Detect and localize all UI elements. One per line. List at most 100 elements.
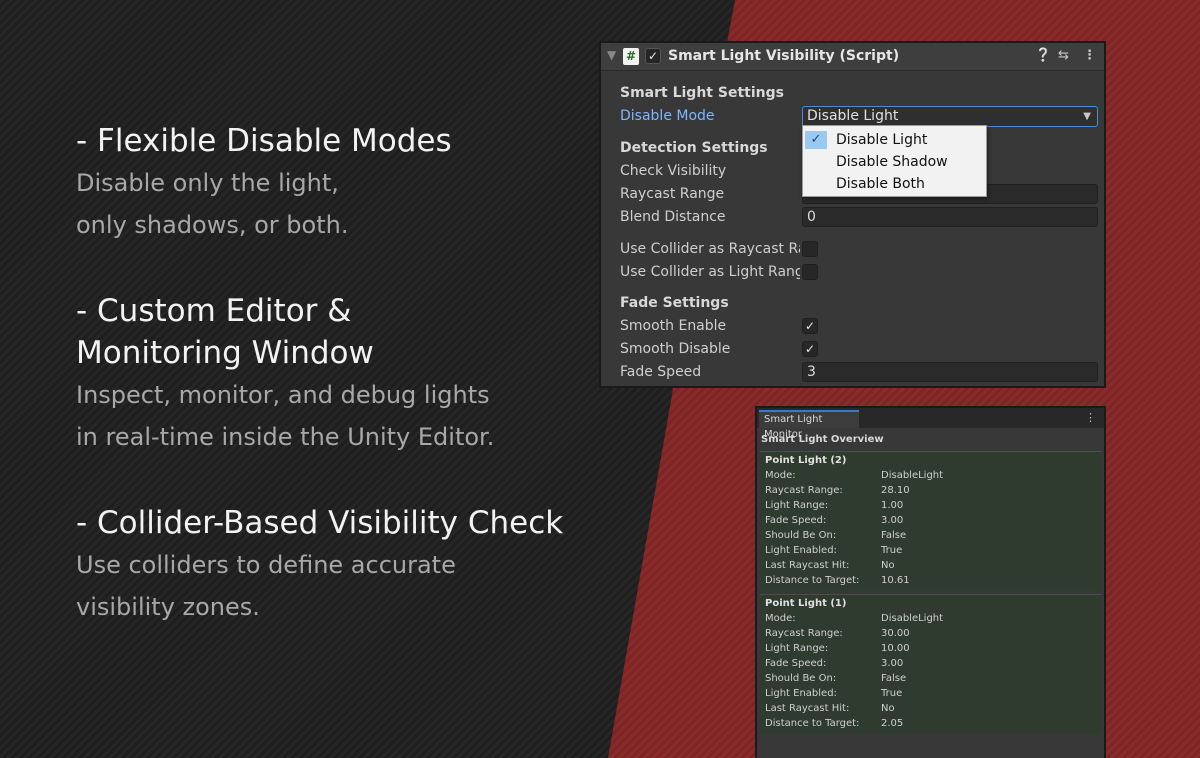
blend-distance-label: Blend Distance xyxy=(620,209,726,225)
monitor-tab-bar: Smart Light Monitor ⋮ xyxy=(757,408,1104,440)
light-row: Should Be On: False xyxy=(765,530,1095,545)
feature-collider-visibility: - Collider-Based Visibility Check Use co… xyxy=(76,502,563,628)
use-collider-raycast-checkbox[interactable] xyxy=(802,241,818,257)
light-row: Light Range: 10.00 xyxy=(765,643,1095,658)
smooth-enable-label: Smooth Enable xyxy=(620,318,727,334)
row-value: DisableLight xyxy=(881,470,944,481)
section-smart-light-settings: Smart Light Settings xyxy=(620,85,784,101)
light-row: Last Raycast Hit: No xyxy=(765,560,1095,575)
chevron-down-icon: ▼ xyxy=(1083,111,1091,122)
row-key: Mode: xyxy=(765,613,796,624)
row-value: 3.00 xyxy=(881,658,904,669)
row-value: 2.05 xyxy=(881,718,904,729)
feature-desc-line: visibility zones. xyxy=(76,593,260,621)
row-key: Fade Speed: xyxy=(765,658,827,669)
kebab-menu-icon[interactable]: ⋮ xyxy=(1085,411,1096,424)
feature-desc-line: Use colliders to define accurate xyxy=(76,551,456,579)
menu-item-disable-shadow[interactable]: Disable Shadow xyxy=(803,151,986,173)
section-fade-settings: Fade Settings xyxy=(620,295,729,311)
monitor-overview-title: Smart Light Overview xyxy=(761,434,884,445)
light-row: Mode: DisableLight xyxy=(765,470,1095,485)
menu-item-disable-both[interactable]: Disable Both xyxy=(803,173,986,195)
kebab-menu-icon[interactable]: ⋮ xyxy=(1083,48,1096,63)
feature-flexible-disable-modes: - Flexible Disable Modes Disable only th… xyxy=(76,120,452,246)
disable-mode-menu: ✓ Disable Light Disable Shadow Disable B… xyxy=(802,125,987,197)
smooth-disable-label: Smooth Disable xyxy=(620,341,731,357)
component-enabled-checkbox[interactable]: ✓ xyxy=(645,48,661,64)
menu-item-label: Disable Both xyxy=(836,176,925,192)
menu-item-label: Disable Shadow xyxy=(836,154,948,170)
row-value: True xyxy=(881,688,903,699)
use-collider-raycast-label: Use Collider as Raycast Range xyxy=(620,241,800,257)
row-key: Should Be On: xyxy=(765,673,837,684)
row-key: Distance to Target: xyxy=(765,718,860,729)
light-entry: Point Light (2) Mode: DisableLight Raycas… xyxy=(760,451,1101,591)
row-value: 10.61 xyxy=(881,575,910,586)
light-row: Mode: DisableLight xyxy=(765,613,1095,628)
feature-desc-line: in real-time inside the Unity Editor. xyxy=(76,423,495,451)
row-key: Raycast Range: xyxy=(765,628,843,639)
smart-light-monitor-window: Smart Light Monitor ⋮ Smart Light Overvi… xyxy=(755,406,1106,758)
row-key: Raycast Range: xyxy=(765,485,843,496)
component-title: Smart Light Visibility (Script) xyxy=(668,48,900,64)
light-row: Fade Speed: 3.00 xyxy=(765,515,1095,530)
row-value: False xyxy=(881,673,907,684)
row-key: Should Be On: xyxy=(765,530,837,541)
light-name: Point Light (1) xyxy=(765,598,847,609)
use-collider-light-label: Use Collider as Light Range xyxy=(620,264,800,280)
light-row: Light Enabled: True xyxy=(765,688,1095,703)
row-value: DisableLight xyxy=(881,613,944,624)
smooth-disable-checkbox[interactable]: ✓ xyxy=(802,341,818,357)
disable-mode-dropdown[interactable]: Disable Light ▼ xyxy=(802,106,1098,127)
row-value: 3.00 xyxy=(881,515,904,526)
light-name: Point Light (2) xyxy=(765,455,847,466)
component-header[interactable]: ▼ # ✓ Smart Light Visibility (Script) ❔ … xyxy=(601,43,1104,71)
row-value: 28.10 xyxy=(881,485,910,496)
blend-distance-field[interactable]: 0 xyxy=(802,207,1098,227)
raycast-range-label: Raycast Range xyxy=(620,186,725,202)
row-key: Light Range: xyxy=(765,500,829,511)
row-value: False xyxy=(881,530,907,541)
script-icon: # xyxy=(623,48,639,65)
use-collider-light-checkbox[interactable] xyxy=(802,264,818,280)
disable-mode-label: Disable Mode xyxy=(620,108,715,124)
help-icon[interactable]: ❔ xyxy=(1035,48,1051,63)
light-row: Should Be On: False xyxy=(765,673,1095,688)
light-row: Distance to Target: 2.05 xyxy=(765,718,1095,733)
row-key: Last Raycast Hit: xyxy=(765,703,850,714)
row-key: Mode: xyxy=(765,470,796,481)
row-value: 10.00 xyxy=(881,643,910,654)
row-key: Light Enabled: xyxy=(765,688,837,699)
fade-speed-field[interactable]: 3 xyxy=(802,362,1098,382)
feature-desc-line: Disable only the light, xyxy=(76,169,339,197)
row-value: 1.00 xyxy=(881,500,904,511)
light-row: Last Raycast Hit: No xyxy=(765,703,1095,718)
presets-icon[interactable]: ⇆ xyxy=(1058,48,1069,63)
smooth-enable-checkbox[interactable]: ✓ xyxy=(802,318,818,334)
light-row: Light Range: 1.00 xyxy=(765,500,1095,515)
tab-smart-light-monitor[interactable]: Smart Light Monitor xyxy=(759,410,859,440)
feature-desc-line: Inspect, monitor, and debug lights xyxy=(76,381,490,409)
foldout-arrow-icon[interactable]: ▼ xyxy=(607,48,616,62)
row-value: 30.00 xyxy=(881,628,910,639)
feature-custom-editor: - Custom Editor & Monitoring Window Insp… xyxy=(76,290,494,458)
inspector-panel: ▼ # ✓ Smart Light Visibility (Script) ❔ … xyxy=(599,41,1106,388)
disable-mode-value: Disable Light xyxy=(807,108,899,124)
row-key: Light Enabled: xyxy=(765,545,837,556)
light-entry: Point Light (1) Mode: DisableLight Raycas… xyxy=(760,594,1101,734)
feature-title-line2: Monitoring Window xyxy=(76,335,374,371)
row-key: Light Range: xyxy=(765,643,829,654)
menu-item-label: Disable Light xyxy=(836,132,928,148)
light-row: Fade Speed: 3.00 xyxy=(765,658,1095,673)
feature-title: - Flexible Disable Modes xyxy=(76,123,452,159)
checkmark-icon: ✓ xyxy=(805,131,827,149)
feature-title: - Custom Editor & xyxy=(76,293,352,329)
feature-desc-line: only shadows, or both. xyxy=(76,211,349,239)
light-row: Raycast Range: 30.00 xyxy=(765,628,1095,643)
row-key: Last Raycast Hit: xyxy=(765,560,850,571)
row-value: No xyxy=(881,703,895,714)
row-value: True xyxy=(881,545,903,556)
row-key: Fade Speed: xyxy=(765,515,827,526)
menu-item-disable-light[interactable]: ✓ Disable Light xyxy=(803,129,986,151)
row-key: Distance to Target: xyxy=(765,575,860,586)
